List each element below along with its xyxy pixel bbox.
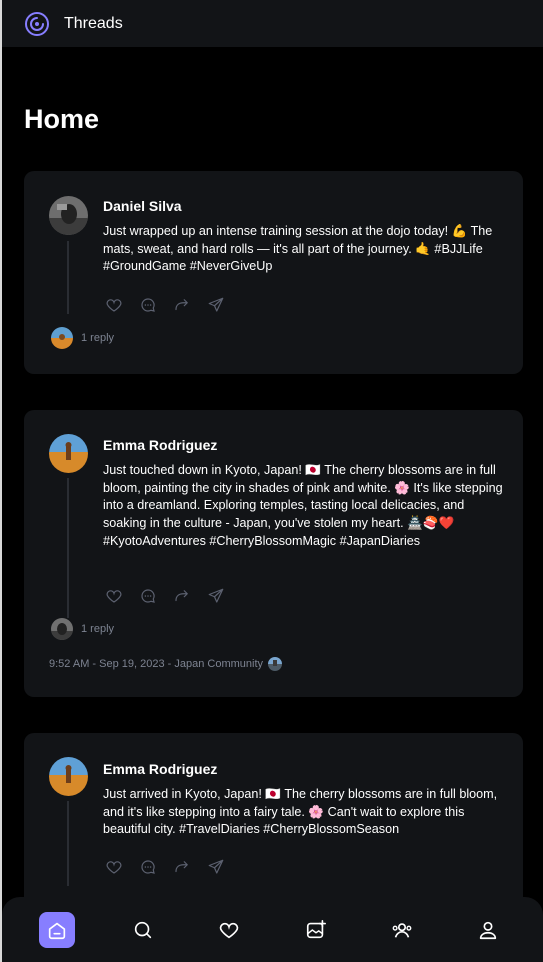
thread-actions [104, 857, 226, 877]
avatar[interactable] [49, 757, 88, 796]
author-name[interactable]: Emma Rodriguez [103, 761, 217, 777]
author-name[interactable]: Emma Rodriguez [103, 437, 217, 453]
create-thread-icon[interactable] [298, 912, 334, 948]
author-name[interactable]: Daniel Silva [103, 198, 182, 214]
heart-icon[interactable] [104, 586, 124, 606]
communities-icon[interactable] [384, 912, 420, 948]
thread-actions [104, 586, 226, 606]
timestamp-community[interactable]: 9:52 AM - Sep 19, 2023 - Japan Community [49, 658, 263, 670]
bottom-nav [2, 897, 543, 962]
repost-icon[interactable] [172, 857, 192, 877]
top-bar: Threads [2, 0, 543, 47]
thread-text: Just touched down in Kyoto, Japan! 🇯🇵 Th… [103, 463, 503, 548]
avatar [51, 618, 73, 640]
heart-icon[interactable] [104, 295, 124, 315]
thread-actions [104, 295, 226, 315]
avatar [51, 327, 73, 349]
heart-icon[interactable] [211, 912, 247, 948]
reply-count[interactable]: 1 reply [81, 623, 114, 635]
reply-icon[interactable] [138, 857, 158, 877]
window-edge [0, 0, 2, 962]
thread-card[interactable]: Emma Rodriguez Just arrived in Kyoto, Ja… [24, 733, 523, 923]
threads-logo-icon[interactable] [24, 11, 50, 37]
app-title[interactable]: Threads [64, 15, 123, 33]
profile-icon[interactable] [470, 912, 506, 948]
thread-line [67, 241, 69, 314]
home-icon[interactable] [39, 911, 76, 948]
share-icon[interactable] [206, 586, 226, 606]
avatar[interactable] [49, 434, 88, 473]
avatar[interactable] [49, 196, 88, 235]
community-avatar[interactable] [268, 657, 283, 671]
reply-count[interactable]: 1 reply [81, 332, 114, 344]
thread-line [67, 478, 69, 618]
thread-meta: 9:52 AM - Sep 19, 2023 - Japan Community [49, 657, 283, 671]
share-icon[interactable] [206, 857, 226, 877]
thread-card[interactable]: Daniel Silva Just wrapped up an intense … [24, 171, 523, 374]
repost-icon[interactable] [172, 295, 192, 315]
search-icon[interactable] [125, 912, 161, 948]
heart-icon[interactable] [104, 857, 124, 877]
page-title: Home [24, 104, 100, 134]
thread-line [67, 801, 69, 886]
thread-card[interactable]: Emma Rodriguez Just touched down in Kyot… [24, 410, 523, 697]
reply-summary[interactable]: 1 reply [51, 327, 114, 349]
reply-icon[interactable] [138, 295, 158, 315]
share-icon[interactable] [206, 295, 226, 315]
repost-icon[interactable] [172, 586, 192, 606]
thread-text: Just arrived in Kyoto, Japan! 🇯🇵 The che… [103, 787, 498, 837]
reply-summary[interactable]: 1 reply [51, 618, 114, 640]
thread-text: Just wrapped up an intense training sess… [103, 224, 493, 274]
reply-icon[interactable] [138, 586, 158, 606]
